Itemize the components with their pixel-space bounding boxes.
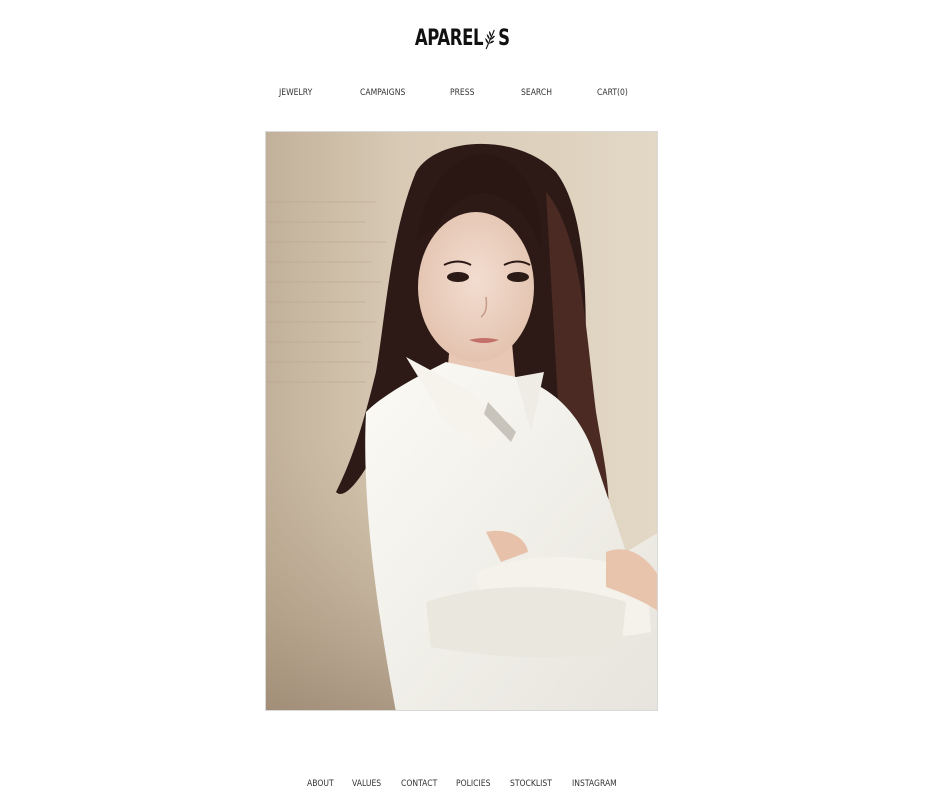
leaf-icon [485, 29, 496, 49]
brand-logo[interactable]: APAREL S [0, 26, 925, 56]
brand-name-right: S [498, 26, 510, 51]
footer-contact[interactable]: CONTACT [401, 779, 437, 789]
portrait-photo [266, 132, 657, 710]
hero-image [265, 131, 658, 711]
nav-search[interactable]: SEARCH [521, 88, 552, 98]
footer-about[interactable]: ABOUT [307, 779, 334, 789]
brand-wordmark: APAREL S [415, 26, 510, 51]
footer-instagram[interactable]: INSTAGRAM [572, 779, 617, 789]
nav-press[interactable]: PRESS [450, 88, 474, 98]
footer-values[interactable]: VALUES [352, 779, 381, 789]
footer-nav: ABOUT VALUES CONTACT POLICIES STOCKLIST … [0, 779, 925, 793]
nav-campaigns[interactable]: CAMPAIGNS [360, 88, 405, 98]
main-nav: JEWELRY CAMPAIGNS PRESS SEARCH CART(0) [0, 88, 925, 102]
footer-stocklist[interactable]: STOCKLIST [510, 779, 552, 789]
footer-policies[interactable]: POLICIES [456, 779, 490, 789]
brand-name-left: APAREL [415, 26, 484, 51]
nav-jewelry[interactable]: JEWELRY [279, 88, 312, 98]
nav-cart[interactable]: CART(0) [597, 88, 628, 98]
